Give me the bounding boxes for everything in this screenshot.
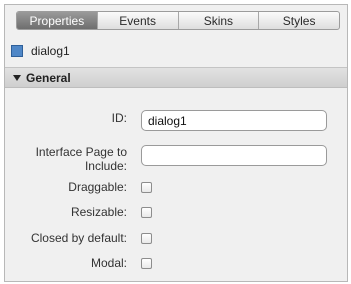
interface-page-label-line2: Include: [84, 159, 127, 173]
section-title: General [26, 70, 71, 85]
tab-bar: Properties Events Skins Styles [16, 11, 340, 30]
modal-checkbox[interactable] [141, 258, 152, 269]
tab-events[interactable]: Events [96, 12, 178, 29]
closed-by-default-label: Closed by default: [30, 231, 127, 245]
tab-properties[interactable]: Properties [17, 12, 97, 29]
draggable-checkbox[interactable] [141, 182, 152, 193]
tab-styles[interactable]: Styles [258, 12, 339, 29]
draggable-label: Draggable: [68, 180, 127, 194]
disclosure-triangle-icon[interactable] [13, 74, 21, 81]
id-input[interactable] [141, 110, 327, 131]
section-header-general[interactable]: General [5, 67, 347, 88]
interface-page-label: Interface Page to Include: [36, 145, 127, 173]
element-header: dialog1 [5, 35, 347, 67]
id-label: ID: [111, 111, 127, 125]
interface-page-label-line1: Interface Page to [35, 145, 127, 159]
element-name: dialog1 [31, 44, 70, 58]
resizable-label: Resizable: [70, 205, 127, 219]
dialog-icon [11, 45, 23, 57]
modal-label: Modal: [90, 256, 127, 270]
properties-panel: Properties Events Skins Styles dialog1 G… [4, 4, 348, 282]
interface-page-input[interactable] [141, 145, 327, 166]
tab-skins[interactable]: Skins [177, 12, 259, 29]
resizable-checkbox[interactable] [141, 207, 152, 218]
closed-by-default-checkbox[interactable] [141, 233, 152, 244]
